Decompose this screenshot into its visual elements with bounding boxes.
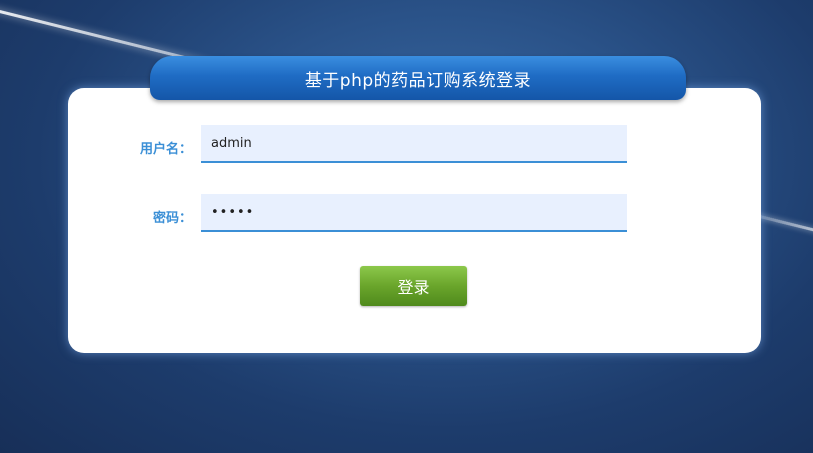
username-input[interactable] — [201, 125, 627, 163]
login-page: 基于php的药品订购系统登录 用户名： 密码： 登录 — [0, 0, 813, 453]
username-label: 用户名： — [139, 142, 192, 157]
title-bar: 基于php的药品订购系统登录 — [150, 56, 686, 100]
login-button[interactable]: 登录 — [360, 266, 467, 306]
page-title: 基于php的药品订购系统登录 — [304, 70, 532, 91]
password-label: 密码： — [152, 211, 192, 226]
password-input[interactable] — [201, 194, 627, 232]
